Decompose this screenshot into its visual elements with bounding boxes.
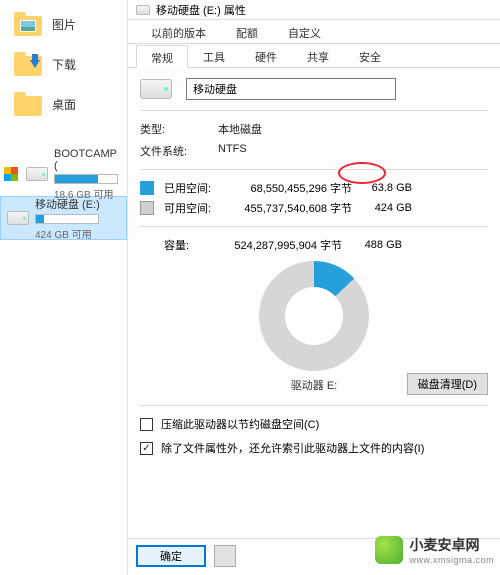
drive-icon bbox=[136, 5, 150, 15]
tab-hardware[interactable]: 硬件 bbox=[240, 44, 292, 67]
drive-usage-bar bbox=[54, 174, 118, 184]
compress-checkbox[interactable] bbox=[140, 418, 153, 431]
tab-security[interactable]: 安全 bbox=[344, 44, 396, 67]
type-value: 本地磁盘 bbox=[218, 121, 262, 137]
properties-dialog: 移动硬盘 (E:) 属性 以前的版本 配额 自定义 常规 工具 硬件 共享 安全… bbox=[128, 0, 500, 575]
sidebar-drive-removable[interactable]: 移动硬盘 (E:) 424 GB 可用 bbox=[0, 196, 127, 240]
drive-icon bbox=[7, 211, 29, 225]
tab-tools[interactable]: 工具 bbox=[188, 44, 240, 67]
free-space-swatch bbox=[140, 201, 154, 215]
drive-usage-bar bbox=[35, 214, 99, 224]
drive-free-text: 424 GB 可用 bbox=[35, 226, 120, 241]
usage-donut-chart bbox=[259, 261, 369, 371]
drive-icon-large bbox=[140, 79, 172, 99]
folder-desktop-icon bbox=[14, 92, 42, 116]
watermark-url: www.xmsigma.com bbox=[409, 555, 494, 565]
drive-icon bbox=[26, 167, 48, 181]
folder-downloads-icon bbox=[14, 52, 42, 76]
used-space-swatch bbox=[140, 181, 154, 195]
disk-cleanup-button[interactable]: 磁盘清理(D) bbox=[407, 373, 488, 395]
sidebar-drive-bootcamp[interactable]: BOOTCAMP ( 18.6 GB 可用 bbox=[0, 152, 127, 196]
index-checkbox[interactable]: ✓ bbox=[140, 442, 153, 455]
index-label: 除了文件属性外，还允许索引此驱动器上文件的内容(I) bbox=[161, 440, 424, 456]
watermark: 小麦安卓网 www.xmsigma.com bbox=[375, 535, 494, 565]
used-space-label: 已用空间: bbox=[164, 180, 212, 196]
sidebar-folder-desktop[interactable]: 桌面 bbox=[0, 84, 127, 124]
drive-letter-label: 驱动器 E: bbox=[291, 377, 337, 393]
ok-button[interactable]: 确定 bbox=[136, 545, 206, 567]
free-space-short: 424 GB bbox=[362, 202, 412, 214]
free-space-label: 可用空间: bbox=[164, 200, 212, 216]
explorer-sidebar: 图片 下载 桌面 BOOTCAMP ( 18.6 GB 可用 bbox=[0, 0, 128, 575]
tab-previous-versions[interactable]: 以前的版本 bbox=[136, 20, 221, 43]
drive-name-input[interactable] bbox=[186, 78, 396, 100]
used-space-short: 63.8 GB bbox=[362, 182, 412, 194]
used-space-bytes: 68,550,455,296 字节 bbox=[222, 180, 352, 196]
watermark-title: 小麦安卓网 bbox=[409, 535, 494, 555]
capacity-bytes: 524,287,995,904 字节 bbox=[212, 237, 342, 253]
filesystem-value: NTFS bbox=[218, 143, 247, 159]
drive-name: BOOTCAMP ( bbox=[54, 148, 121, 172]
sidebar-folder-label: 图片 bbox=[52, 16, 76, 33]
folder-pictures-icon bbox=[14, 12, 42, 36]
dialog-tabs-upper: 以前的版本 配额 自定义 bbox=[128, 20, 500, 44]
watermark-logo-icon bbox=[375, 536, 403, 564]
tab-customize[interactable]: 自定义 bbox=[273, 20, 336, 43]
tab-sharing[interactable]: 共享 bbox=[292, 44, 344, 67]
tab-quota[interactable]: 配额 bbox=[221, 20, 273, 43]
sidebar-drive-list: BOOTCAMP ( 18.6 GB 可用 移动硬盘 (E:) 424 GB 可… bbox=[0, 152, 127, 240]
dialog-tabs-lower: 常规 工具 硬件 共享 安全 bbox=[128, 44, 500, 68]
windows-icon bbox=[4, 167, 18, 181]
filesystem-label: 文件系统: bbox=[140, 143, 194, 159]
free-space-bytes: 455,737,540,608 字节 bbox=[222, 200, 352, 216]
tab-general[interactable]: 常规 bbox=[136, 45, 188, 68]
sidebar-folder-pictures[interactable]: 图片 bbox=[0, 4, 127, 44]
capacity-label: 容量: bbox=[164, 237, 202, 253]
sidebar-folder-label: 桌面 bbox=[52, 96, 76, 113]
dialog-titlebar: 移动硬盘 (E:) 属性 bbox=[128, 0, 500, 20]
sidebar-folder-downloads[interactable]: 下载 bbox=[0, 44, 127, 84]
compress-label: 压缩此驱动器以节约磁盘空间(C) bbox=[161, 416, 319, 432]
dialog-title: 移动硬盘 (E:) 属性 bbox=[156, 2, 246, 18]
drive-name: 移动硬盘 (E:) bbox=[35, 196, 120, 212]
type-label: 类型: bbox=[140, 121, 194, 137]
cancel-button[interactable] bbox=[214, 545, 236, 567]
sidebar-folder-label: 下载 bbox=[52, 56, 76, 73]
capacity-short: 488 GB bbox=[352, 239, 402, 251]
